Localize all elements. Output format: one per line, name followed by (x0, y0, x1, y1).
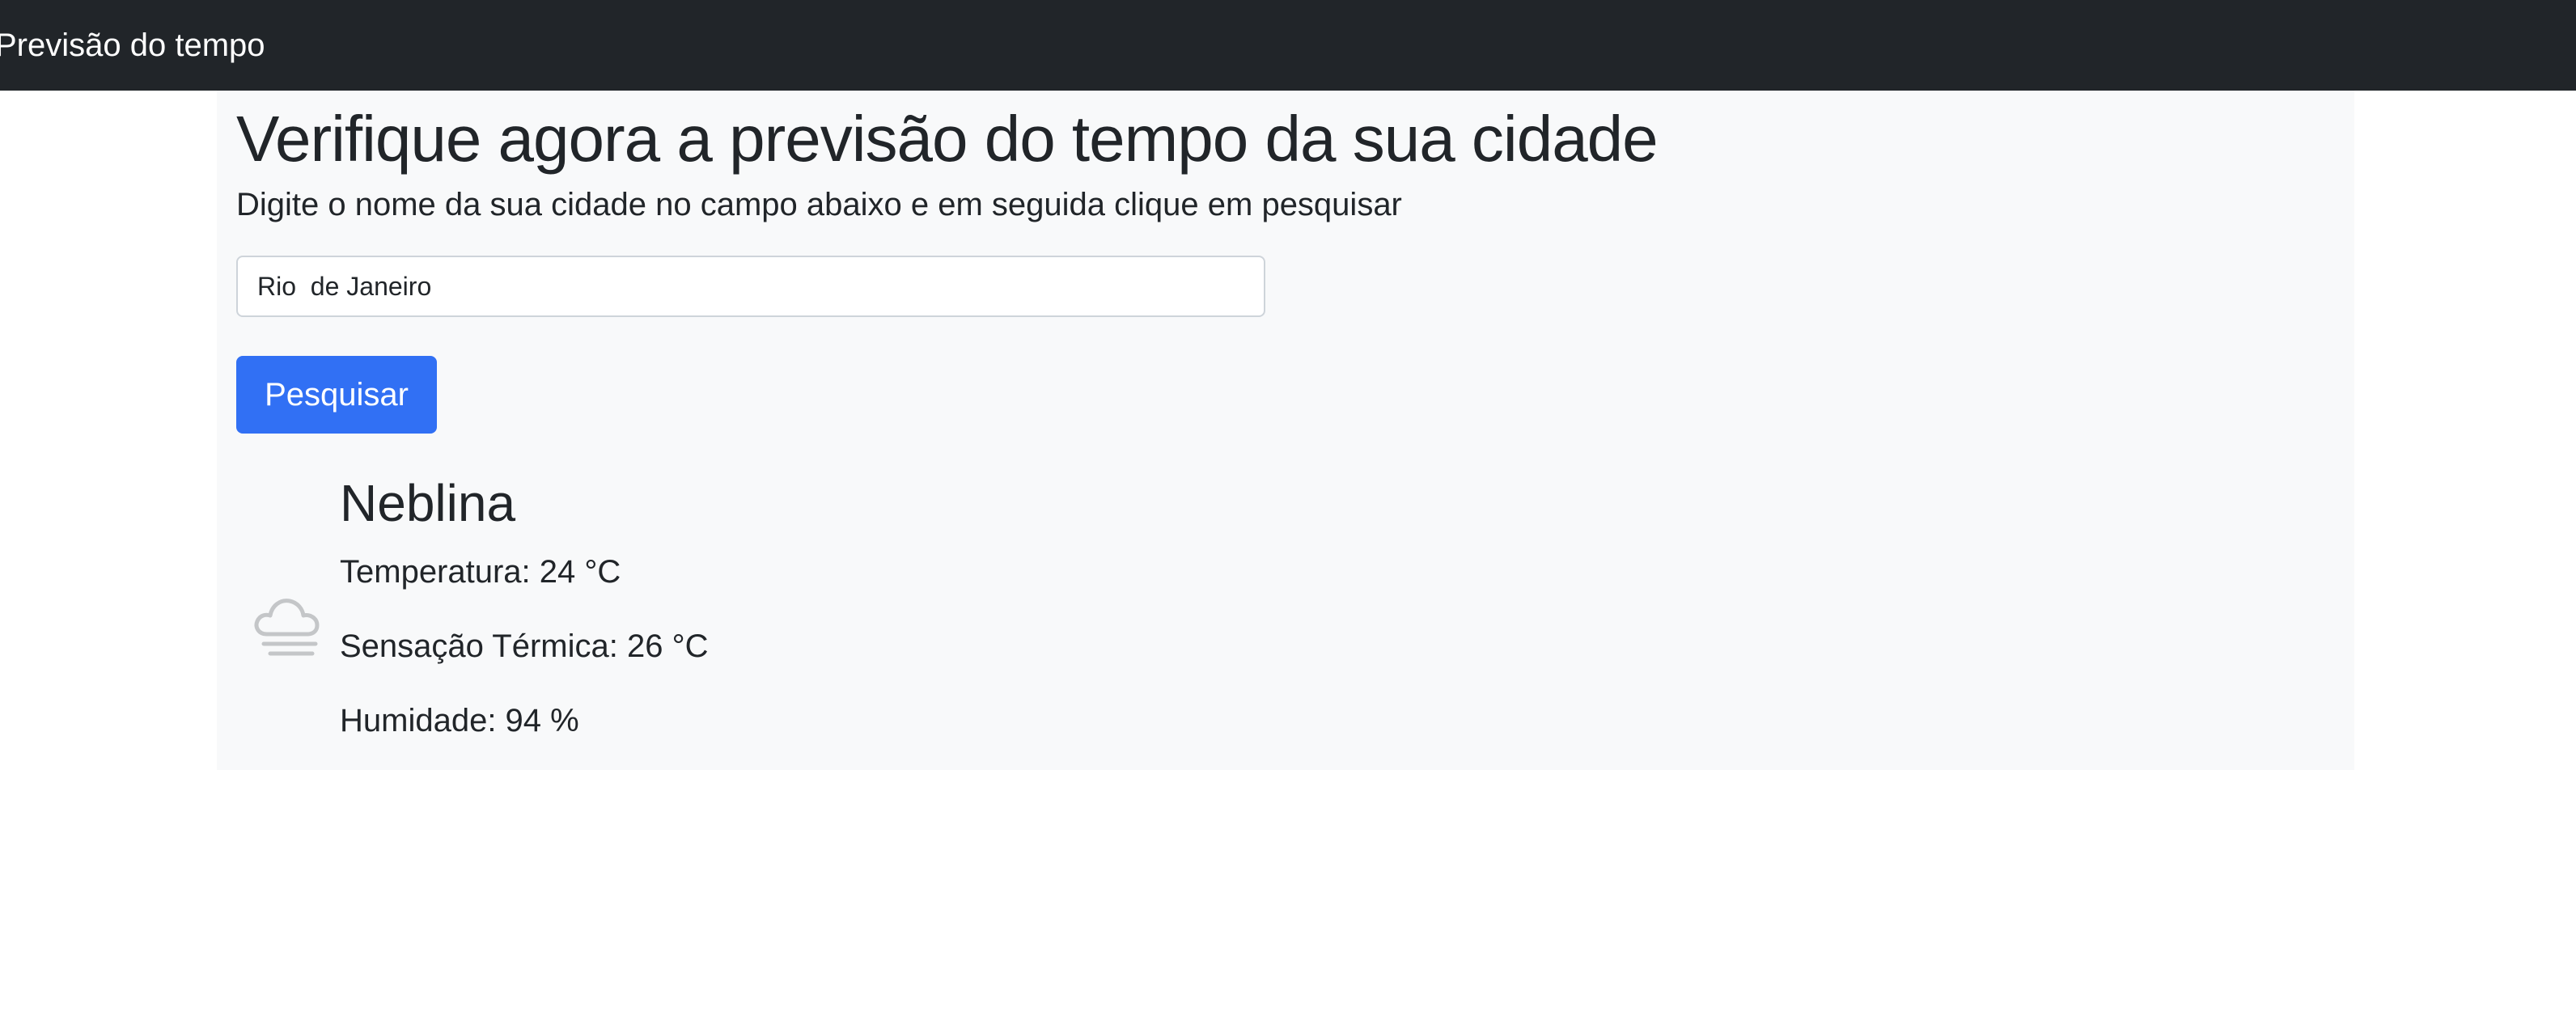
page-title: Verifique agora a previsão do tempo da s… (236, 103, 1659, 175)
temperature-text: Temperatura: 24 °C (340, 554, 621, 590)
feels-like-text: Sensação Térmica: 26 °C (340, 628, 709, 664)
city-search-input[interactable] (236, 256, 1265, 317)
main-container: Verifique agora a previsão do tempo da s… (217, 91, 2354, 770)
weather-condition: Neblina (340, 474, 516, 532)
cloud-fog-icon (251, 586, 325, 660)
navbar-brand[interactable]: Previsão do tempo (0, 0, 265, 91)
humidity-text: Humidade: 94 % (340, 703, 579, 738)
search-button[interactable]: Pesquisar (236, 356, 437, 434)
navbar: Previsão do tempo (0, 0, 2576, 91)
page-subtitle: Digite o nome da sua cidade no campo aba… (236, 187, 1402, 222)
